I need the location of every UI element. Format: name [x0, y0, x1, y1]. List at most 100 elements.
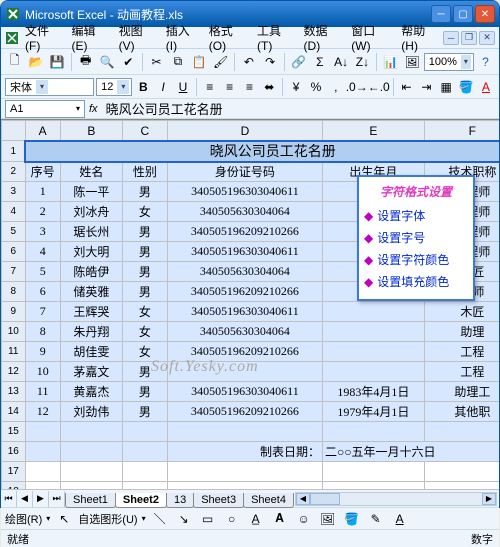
cell[interactable] [323, 362, 425, 382]
column-heading[interactable]: 身份证号码 [167, 162, 322, 182]
popup-item-font[interactable]: 设置字体 [364, 205, 468, 227]
merge-icon[interactable]: ⬌ [260, 77, 278, 97]
cell[interactable]: 女 [122, 302, 167, 322]
menu-window[interactable]: 窗口(W) [345, 20, 395, 55]
autoshape-menu[interactable]: 自选图形(U) [78, 511, 137, 527]
cell[interactable]: 女 [122, 342, 167, 362]
tab-nav-next[interactable]: ▶ [33, 491, 49, 507]
row-header[interactable]: 8 [2, 282, 26, 302]
maximize-button[interactable]: ▢ [453, 5, 473, 23]
bold-icon[interactable]: B [134, 77, 152, 97]
cell[interactable]: 刘劲伟 [60, 402, 122, 422]
cell[interactable]: 工程 [424, 342, 499, 362]
cell[interactable]: 11 [25, 382, 60, 402]
arrow-icon[interactable]: ↘ [174, 509, 194, 529]
row-header[interactable]: 7 [2, 262, 26, 282]
font-size-combo[interactable]: 12▾ [96, 78, 132, 96]
cell[interactable]: 陈皓伊 [60, 262, 122, 282]
chevron-down-icon[interactable]: ▾ [117, 80, 129, 94]
cell[interactable]: 朱丹翔 [60, 322, 122, 342]
cell[interactable]: 8 [25, 322, 60, 342]
cell[interactable]: 男 [122, 222, 167, 242]
cell[interactable]: 340505196209210266 [167, 282, 322, 302]
cell[interactable]: 340505196303040611 [167, 182, 322, 202]
popup-item-size[interactable]: 设置字号 [364, 227, 468, 249]
cell[interactable]: 胡佳雯 [60, 342, 122, 362]
menu-view[interactable]: 视图(V) [113, 20, 160, 55]
wordart-icon[interactable]: 𝐀 [270, 509, 290, 529]
oval-icon[interactable]: ○ [222, 509, 242, 529]
cell[interactable]: 10 [25, 362, 60, 382]
popup-item-fill[interactable]: 设置填充颜色 [364, 271, 468, 293]
cell[interactable]: 助理 [424, 322, 499, 342]
cell[interactable]: 陈一平 [60, 182, 122, 202]
pic-icon[interactable]: 🖼 [318, 509, 338, 529]
menu-help[interactable]: 帮助(H) [395, 20, 443, 55]
cell[interactable]: 2 [25, 202, 60, 222]
row-header[interactable]: 13 [2, 382, 26, 402]
italic-icon[interactable]: I [154, 77, 172, 97]
comma-icon[interactable]: , [327, 77, 345, 97]
row-header[interactable]: 5 [2, 222, 26, 242]
chevron-down-icon[interactable]: ▾ [461, 55, 471, 69]
font-color-icon[interactable]: A [477, 77, 495, 97]
chevron-down-icon[interactable]: ▾ [36, 80, 48, 94]
cell[interactable]: 木匠 [424, 302, 499, 322]
select-arrow-icon[interactable]: ↖ [54, 509, 74, 529]
rect-icon[interactable]: ▭ [198, 509, 218, 529]
indent-inc-icon[interactable]: ⇥ [417, 77, 435, 97]
cell[interactable]: 黄嘉杰 [60, 382, 122, 402]
cell[interactable]: 女 [122, 322, 167, 342]
row-header[interactable]: 3 [2, 182, 26, 202]
cell[interactable]: 男 [122, 382, 167, 402]
col-header[interactable]: C [122, 121, 167, 141]
sheet-tab[interactable]: Sheet2 [115, 493, 167, 508]
cell[interactable]: 助理工 [424, 382, 499, 402]
cell[interactable]: 储英雅 [60, 282, 122, 302]
sheet-tab[interactable]: Sheet1 [65, 493, 116, 508]
line-icon[interactable]: ＼ [150, 509, 170, 529]
line-color-icon[interactable]: ✎ [366, 509, 386, 529]
font-color-icon[interactable]: A [390, 509, 410, 529]
font-name-combo[interactable]: 宋体▾ [5, 78, 94, 96]
scroll-thumb[interactable] [310, 493, 340, 505]
cell[interactable]: 琚长州 [60, 222, 122, 242]
scroll-right-icon[interactable]: ▶ [482, 493, 496, 505]
align-center-icon[interactable]: ≡ [221, 77, 239, 97]
menu-insert[interactable]: 插入(I) [160, 20, 203, 55]
cell[interactable]: 其他职 [424, 402, 499, 422]
cell[interactable]: 男 [122, 242, 167, 262]
align-left-icon[interactable]: ≡ [201, 77, 219, 97]
cell[interactable]: 340505196303040611 [167, 302, 322, 322]
underline-icon[interactable]: U [174, 77, 192, 97]
column-heading[interactable]: 姓名 [60, 162, 122, 182]
col-header[interactable]: A [25, 121, 60, 141]
fill-icon[interactable]: 🪣 [342, 509, 362, 529]
cell[interactable]: 340505630304064 [167, 262, 322, 282]
dec-decimal-icon[interactable]: ←.0 [369, 77, 389, 97]
cell[interactable] [323, 342, 425, 362]
cell[interactable]: 1 [25, 182, 60, 202]
draw-menu[interactable]: 绘图(R) [5, 511, 42, 527]
sheet-tab[interactable]: Sheet3 [193, 493, 244, 508]
cell[interactable]: 5 [25, 262, 60, 282]
cell[interactable]: 340505630304064 [167, 202, 322, 222]
row-header[interactable]: 10 [2, 322, 26, 342]
fx-icon[interactable]: fx [89, 103, 98, 115]
doc-close-button[interactable]: ✕ [479, 31, 495, 45]
cell[interactable]: 3 [25, 222, 60, 242]
clipart-icon[interactable]: ☺ [294, 509, 314, 529]
row-header[interactable]: 4 [2, 202, 26, 222]
cell[interactable]: 340505196303040611 [167, 382, 322, 402]
menu-file[interactable]: 文件(F) [19, 20, 66, 55]
cell[interactable]: 刘大明 [60, 242, 122, 262]
column-heading[interactable]: 性别 [122, 162, 167, 182]
cell[interactable]: 刘冰舟 [60, 202, 122, 222]
cell[interactable]: 女 [122, 202, 167, 222]
col-header[interactable]: D [167, 121, 322, 141]
cell[interactable]: 工程 [424, 362, 499, 382]
tab-nav-prev[interactable]: ◀ [17, 491, 33, 507]
popup-item-color[interactable]: 设置字符颜色 [364, 249, 468, 271]
menu-data[interactable]: 数据(D) [298, 20, 346, 55]
row-header[interactable]: 2 [2, 162, 26, 182]
